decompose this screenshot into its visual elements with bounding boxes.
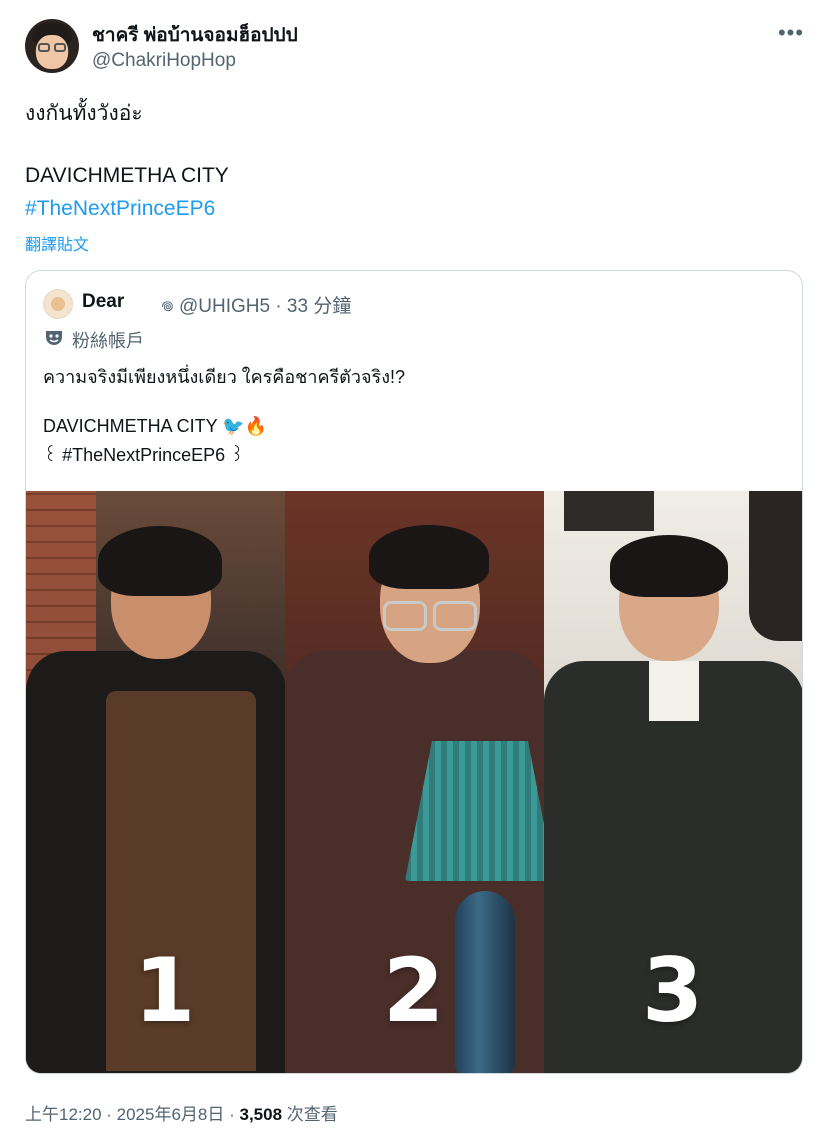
photo-panel-1: 1 [26, 491, 285, 1073]
more-options-button[interactable]: ••• [776, 20, 806, 46]
panel-number: 1 [134, 939, 196, 1042]
quoted-author-name: Dear [82, 291, 125, 312]
quoted-media-image[interactable]: 1 2 3 [26, 491, 802, 1073]
views-label: 次查看 [282, 1105, 338, 1124]
author-handle[interactable]: @ChakriHopHop [92, 50, 236, 72]
post-timestamp[interactable]: 上午12:20 · 2025年6月8日 · [25, 1105, 239, 1124]
quoted-tweet-card[interactable]: Dear 𖦹 @UHIGH5 · 33 分鐘 粉絲帳戶 ความจริงมีเพ… [25, 270, 803, 1074]
fan-account-label: 粉絲帳戶 [72, 331, 144, 351]
theater-masks-icon [46, 331, 62, 345]
photo-panel-3: 3 [544, 491, 802, 1073]
author-avatar[interactable] [25, 19, 79, 73]
quoted-author-avatar [43, 289, 73, 319]
tweet-text-line: DAVICHMETHA CITY [25, 164, 229, 187]
tweet-text-line: งงกันทั้งวังอ่ะ [25, 102, 143, 125]
quoted-text-line: ꒰ #TheNextPrinceEP6 ꒱ [43, 445, 245, 465]
panel-number: 2 [383, 939, 445, 1042]
author-display-name[interactable]: ชาครี พ่อบ้านจอมฮ็อปปป [92, 20, 298, 50]
panel-number: 3 [642, 939, 704, 1042]
photo-panel-2: 2 [285, 491, 544, 1073]
views-count: 3,508 [239, 1105, 283, 1124]
quoted-author-handle-time: 𖦹 @UHIGH5 · 33 分鐘 [161, 296, 352, 317]
more-horizontal-icon: ••• [777, 20, 805, 45]
post-timestamp-views: 上午12:20 · 2025年6月8日 · 3,508 次查看 [25, 1100, 338, 1125]
quoted-text-line: ความจริงมีเพียงหนึ่งเดียว ใครคือชาครีตัว… [43, 367, 405, 387]
translate-post-link[interactable]: 翻譯貼文 [25, 231, 89, 255]
quoted-text-line: DAVICHMETHA CITY 🐦🔥 [43, 416, 268, 436]
hashtag-link[interactable]: #TheNextPrinceEP6 [25, 197, 215, 221]
